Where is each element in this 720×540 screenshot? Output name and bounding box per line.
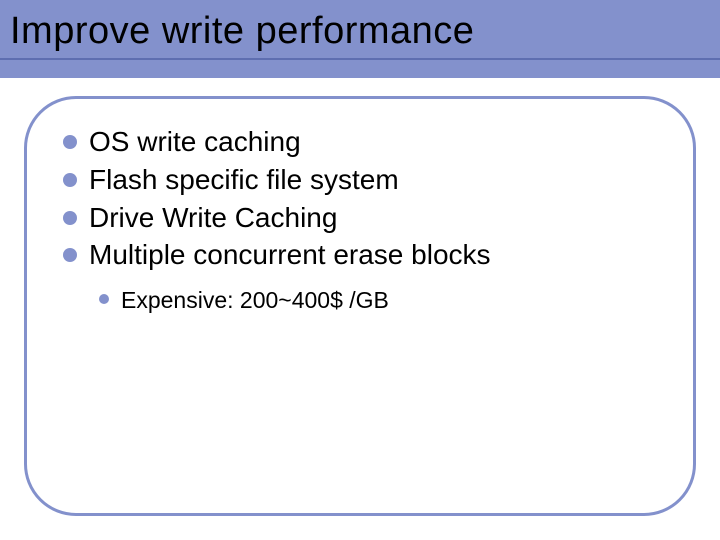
bullet-item: OS write caching (61, 123, 659, 161)
bullet-item: Drive Write Caching (61, 199, 659, 237)
sub-bullet-list: Expensive: 200~400$ /GB (99, 284, 659, 316)
bullet-item: Multiple concurrent erase blocks (61, 236, 659, 274)
slide-title: Improve write performance (10, 10, 474, 53)
bullet-item: Flash specific file system (61, 161, 659, 199)
header-underline (0, 58, 720, 60)
bullet-list: OS write caching Flash specific file sys… (61, 123, 659, 274)
content-card: OS write caching Flash specific file sys… (24, 96, 696, 516)
sub-bullet-item: Expensive: 200~400$ /GB (99, 284, 659, 316)
